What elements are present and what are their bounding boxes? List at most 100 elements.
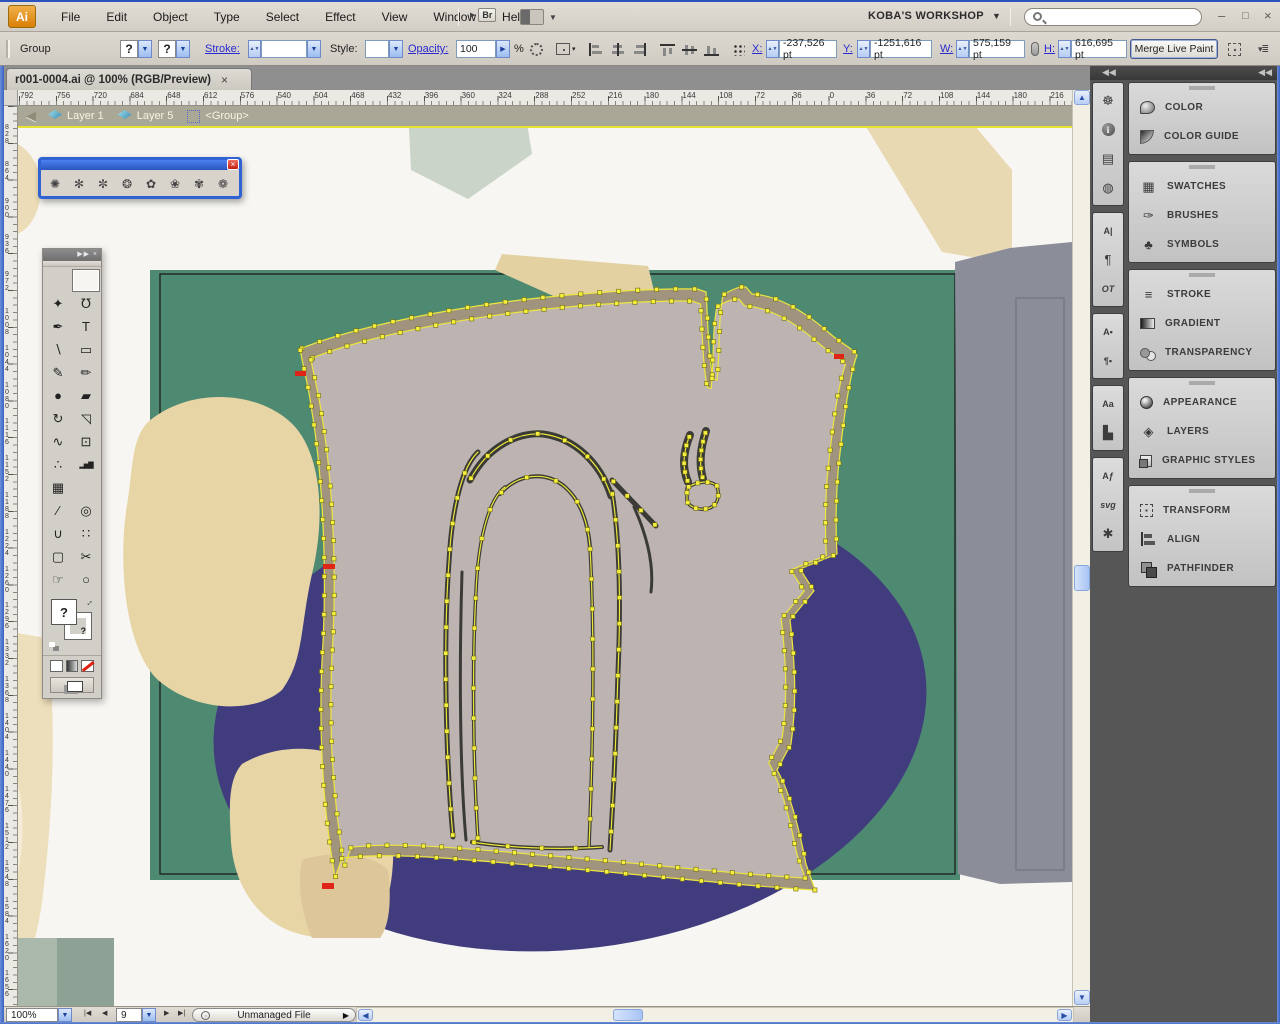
anchor-point[interactable] bbox=[510, 861, 514, 865]
recolor-artwork-icon[interactable] bbox=[530, 43, 543, 56]
anchor-point[interactable] bbox=[655, 287, 659, 291]
anchor-point[interactable] bbox=[563, 438, 567, 442]
anchor-point[interactable] bbox=[642, 873, 646, 877]
anchor-point[interactable] bbox=[319, 688, 323, 692]
align-bottom-icon[interactable] bbox=[704, 43, 719, 56]
anchor-point[interactable] bbox=[790, 632, 794, 636]
type-tool[interactable]: T bbox=[72, 315, 100, 338]
anchor-point[interactable] bbox=[710, 376, 714, 380]
anchor-point[interactable] bbox=[844, 404, 848, 408]
anchor-point[interactable] bbox=[686, 500, 690, 504]
anchor-point[interactable] bbox=[797, 859, 801, 863]
menu-item[interactable]: Object bbox=[140, 6, 201, 28]
anchor-point[interactable] bbox=[525, 475, 529, 479]
anchor-point[interactable] bbox=[590, 607, 594, 611]
anchor-point[interactable] bbox=[680, 877, 684, 881]
anchor-point[interactable] bbox=[589, 577, 593, 581]
anchor-point[interactable] bbox=[474, 806, 478, 810]
anchor-point[interactable] bbox=[472, 626, 476, 630]
anchor-point[interactable] bbox=[329, 703, 333, 707]
anchor-point[interactable] bbox=[560, 305, 564, 309]
stepper-icon[interactable]: ▲▼ bbox=[766, 40, 779, 58]
anchor-point[interactable] bbox=[452, 320, 456, 324]
anchor-point[interactable] bbox=[837, 339, 841, 343]
anchor-point[interactable] bbox=[617, 289, 621, 293]
live-paint-selection-tool[interactable]: ∷ bbox=[72, 522, 100, 545]
x-position-link[interactable]: X: bbox=[752, 32, 762, 66]
anchor-point[interactable] bbox=[325, 448, 329, 452]
anchor-point[interactable] bbox=[699, 309, 703, 313]
default-fill-stroke-icon[interactable] bbox=[49, 642, 59, 651]
anchor-point[interactable] bbox=[333, 794, 337, 798]
anchor-point[interactable] bbox=[785, 875, 789, 879]
anchor-point[interactable] bbox=[688, 299, 692, 303]
anchor-point[interactable] bbox=[403, 843, 407, 847]
anchor-point[interactable] bbox=[782, 613, 786, 617]
stepper-icon[interactable]: ▲▼ bbox=[956, 40, 969, 58]
anchor-point[interactable] bbox=[476, 566, 480, 570]
anchor-point[interactable] bbox=[658, 864, 662, 868]
anchor-point[interactable] bbox=[683, 470, 687, 474]
anchor-point[interactable] bbox=[330, 859, 334, 863]
stepper-icon[interactable]: ▲▼ bbox=[857, 40, 870, 58]
anchor-point[interactable] bbox=[775, 885, 779, 889]
anchor-point[interactable] bbox=[826, 466, 830, 470]
maximize-button[interactable]: □ bbox=[1242, 9, 1249, 23]
anchor-point[interactable] bbox=[694, 506, 698, 510]
anchor-point[interactable] bbox=[767, 874, 771, 878]
actions-panel-icon[interactable]: ✱ bbox=[1093, 519, 1123, 548]
flattener-preview-panel-icon[interactable]: ◍ bbox=[1093, 173, 1123, 202]
link-dimensions-icon[interactable] bbox=[1031, 42, 1039, 56]
breadcrumb-layer-5[interactable]: Layer 5 bbox=[118, 110, 174, 123]
anchor-point[interactable] bbox=[318, 340, 322, 344]
anchor-point[interactable] bbox=[591, 697, 595, 701]
anchor-point[interactable] bbox=[792, 670, 796, 674]
anchor-point[interactable] bbox=[321, 631, 325, 635]
anchor-point[interactable] bbox=[821, 555, 825, 559]
anchor-point[interactable] bbox=[802, 852, 806, 856]
anchor-point[interactable] bbox=[329, 684, 333, 688]
anchor-point[interactable] bbox=[330, 739, 334, 743]
anchor-point[interactable] bbox=[421, 844, 425, 848]
anchor-point[interactable] bbox=[756, 884, 760, 888]
tab-close-icon[interactable]: × bbox=[221, 73, 228, 87]
anchor-point[interactable] bbox=[302, 367, 306, 371]
stepper-icon[interactable]: ▲▼ bbox=[1058, 40, 1071, 58]
zoom-level-field[interactable]: 100% bbox=[6, 1008, 58, 1022]
symbol-sprayer-tool[interactable]: ∴ bbox=[44, 453, 72, 476]
anchor-point[interactable] bbox=[444, 651, 448, 655]
breadcrumb-group[interactable]: <Group> bbox=[187, 110, 248, 123]
anchor-point[interactable] bbox=[748, 872, 752, 876]
anchor-point[interactable] bbox=[585, 528, 589, 532]
anchor-point[interactable] bbox=[783, 667, 787, 671]
gray-green-rect-light[interactable] bbox=[18, 938, 57, 1006]
anchor-point[interactable] bbox=[774, 297, 778, 301]
anchor-point[interactable] bbox=[331, 539, 335, 543]
anchor-point[interactable] bbox=[770, 755, 774, 759]
slice-tool[interactable]: ✂ bbox=[72, 545, 100, 568]
anchor-point[interactable] bbox=[765, 309, 769, 313]
variables-panel-icon[interactable]: ▙ bbox=[1093, 418, 1123, 447]
anchor-point[interactable] bbox=[835, 480, 839, 484]
anchor-point[interactable] bbox=[682, 461, 686, 465]
opacity-link[interactable]: Opacity: bbox=[408, 32, 448, 66]
opacity-combo[interactable]: 100▶ bbox=[456, 32, 510, 66]
anchor-point[interactable] bbox=[683, 452, 687, 456]
anchor-point[interactable] bbox=[549, 854, 553, 858]
app-logo-button[interactable]: Ai bbox=[8, 5, 36, 28]
document-tab[interactable]: r001-0004.ai @ 100% (RGB/Preview) × bbox=[6, 68, 252, 90]
stroke-weight-link[interactable]: Stroke: bbox=[205, 32, 240, 66]
panel-pathfinder[interactable]: PATHFINDER bbox=[1129, 554, 1275, 583]
anchor-point[interactable] bbox=[800, 585, 804, 589]
anchor-point[interactable] bbox=[322, 574, 326, 578]
anchor-point[interactable] bbox=[693, 287, 697, 291]
anchor-point[interactable] bbox=[447, 309, 451, 313]
anchor-point[interactable] bbox=[474, 596, 478, 600]
opacity-value[interactable]: 100 bbox=[456, 40, 496, 58]
anchor-point[interactable] bbox=[396, 854, 400, 858]
anchor-point[interactable] bbox=[480, 536, 484, 540]
anchor-point[interactable] bbox=[306, 385, 310, 389]
anchor-point[interactable] bbox=[380, 335, 384, 339]
anchor-point[interactable] bbox=[705, 316, 709, 320]
anchor-point[interactable] bbox=[807, 315, 811, 319]
